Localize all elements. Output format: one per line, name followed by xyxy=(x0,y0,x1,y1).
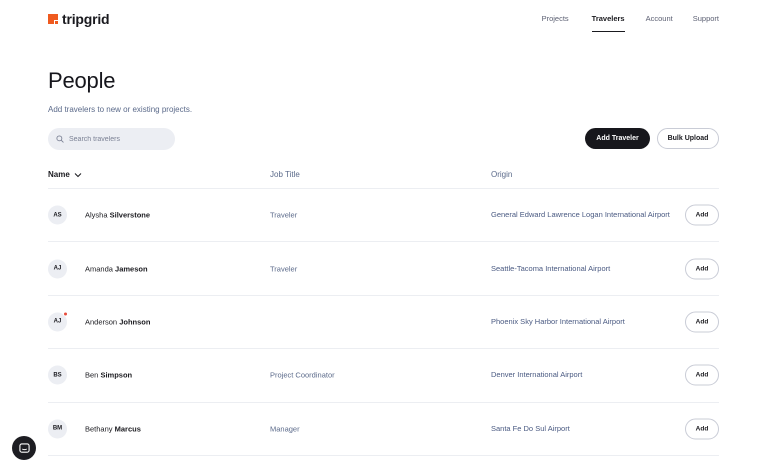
avatar-initials: AS xyxy=(53,212,62,219)
column-header-name[interactable]: Name xyxy=(48,170,82,179)
chat-icon xyxy=(18,442,30,453)
add-button[interactable]: Add xyxy=(685,418,719,440)
last-name: Johnson xyxy=(119,317,151,327)
job-title: Manager xyxy=(270,424,300,434)
avatar: BM xyxy=(48,419,67,439)
traveler-name: Alysha Silverstone xyxy=(85,211,150,220)
chat-launcher-button[interactable] xyxy=(12,436,36,460)
search-input[interactable] xyxy=(69,135,169,143)
nav-projects[interactable]: Projects xyxy=(542,14,569,23)
last-name: Jameson xyxy=(115,264,148,274)
notification-dot xyxy=(63,311,68,317)
page-title: People xyxy=(48,68,116,93)
job-title: Project Coordinator xyxy=(270,370,335,380)
brand-name: tripgrid xyxy=(62,11,110,27)
table-row: BM Bethany Marcus Manager Santa Fe Do Su… xyxy=(48,403,719,456)
brand-logo[interactable]: tripgrid xyxy=(48,11,110,27)
first-name: Anderson xyxy=(85,317,118,327)
search-box[interactable] xyxy=(48,128,175,150)
first-name: Ben xyxy=(85,370,99,380)
avatar-initials: AJ xyxy=(53,318,62,325)
first-name: Alysha xyxy=(85,210,108,220)
avatar-initials: BS xyxy=(53,372,62,379)
last-name: Marcus xyxy=(114,424,141,434)
traveler-name: Amanda Jameson xyxy=(85,264,148,273)
nav-account[interactable]: Account xyxy=(646,14,673,23)
table-header: Name Job Title Origin xyxy=(48,166,719,189)
add-button[interactable]: Add xyxy=(685,204,719,226)
traveler-name: Anderson Johnson xyxy=(85,317,150,326)
chevron-down-icon xyxy=(74,172,82,177)
traveler-name: Ben Simpson xyxy=(85,371,132,380)
nav-support[interactable]: Support xyxy=(693,14,719,23)
add-button[interactable]: Add xyxy=(685,258,719,280)
main-nav: Projects Travelers Account Support xyxy=(542,14,719,32)
origin-airport: General Edward Lawrence Logan Internatio… xyxy=(491,210,670,220)
first-name: Amanda xyxy=(85,264,113,274)
job-title: Traveler xyxy=(270,264,298,274)
add-button[interactable]: Add xyxy=(685,364,719,386)
last-name: Simpson xyxy=(100,370,133,380)
table-row: BS Ben Simpson Project Coordinator Denve… xyxy=(48,349,719,403)
bulk-upload-button[interactable]: Bulk Upload xyxy=(657,128,719,149)
table-row: AJ Amanda Jameson Traveler Seattle-Tacom… xyxy=(48,242,719,296)
column-name-label: Name xyxy=(48,170,70,179)
column-header-job-title: Job Title xyxy=(270,170,300,179)
nav-travelers[interactable]: Travelers xyxy=(591,14,625,32)
origin-airport: Denver International Airport xyxy=(491,370,583,380)
traveler-name: Bethany Marcus xyxy=(85,424,141,433)
travelers-table: Name Job Title Origin AS Alysha Silverst… xyxy=(48,166,719,456)
last-name: Silverstone xyxy=(109,210,151,220)
column-header-origin: Origin xyxy=(491,170,513,179)
avatar-initials: BM xyxy=(52,425,63,432)
add-button[interactable]: Add xyxy=(685,311,719,333)
page-subtitle: Add travelers to new or existing project… xyxy=(48,105,193,114)
avatar-initials: AJ xyxy=(53,265,62,272)
avatar: AJ xyxy=(48,311,68,332)
origin-airport: Phoenix Sky Harbor International Airport xyxy=(491,316,625,326)
avatar: AJ xyxy=(48,259,67,279)
avatar: BS xyxy=(48,365,67,385)
job-title: Traveler xyxy=(270,210,298,220)
first-name: Bethany xyxy=(85,424,113,434)
logo-icon xyxy=(48,14,58,24)
add-traveler-button[interactable]: Add Traveler xyxy=(585,128,650,149)
table-row: AJ Anderson Johnson Phoenix Sky Harbor I… xyxy=(48,296,719,350)
origin-airport: Seattle-Tacoma International Airport xyxy=(491,263,611,273)
origin-airport: Santa Fe Do Sul Airport xyxy=(491,423,570,433)
avatar: AS xyxy=(48,205,67,225)
search-icon xyxy=(56,135,64,143)
top-header: tripgrid Projects Travelers Account Supp… xyxy=(0,0,766,40)
table-row: AS Alysha Silverstone Traveler General E… xyxy=(48,189,719,243)
